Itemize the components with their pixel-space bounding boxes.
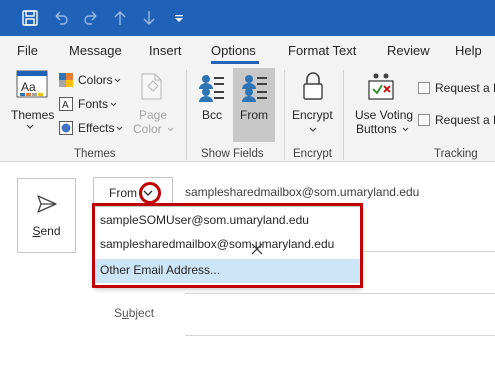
fonts-button-label[interactable]: Fonts xyxy=(78,97,108,111)
tab-options[interactable]: Options xyxy=(211,43,256,58)
encrypt-button-label[interactable]: Encrypt xyxy=(292,108,333,122)
bcc-button-label[interactable]: Bcc xyxy=(202,108,222,122)
title-bar xyxy=(0,0,495,36)
tab-file[interactable]: File xyxy=(17,43,38,58)
chevron-down-icon xyxy=(110,102,117,107)
cc-field-line xyxy=(185,293,495,294)
ribbon-separator xyxy=(284,70,285,160)
from-field-icon[interactable] xyxy=(240,72,268,102)
chevron-down-icon xyxy=(309,127,317,133)
ribbon-tabs: File Message Insert Options Format Text … xyxy=(0,36,495,64)
request-delivery-checkbox[interactable] xyxy=(418,82,430,94)
svg-text:Aa: Aa xyxy=(21,80,36,94)
send-button[interactable]: Send xyxy=(17,178,76,253)
group-label-tracking: Tracking xyxy=(434,148,478,160)
redo-icon[interactable] xyxy=(82,9,100,27)
customize-toolbar-icon[interactable] xyxy=(170,9,188,27)
from-address-value: samplesharedmailbox@som.umaryland.edu xyxy=(185,185,420,199)
highlight-circle xyxy=(139,182,161,204)
chevron-down-icon xyxy=(402,127,409,132)
group-label-encrypt: Encrypt xyxy=(293,148,332,160)
voting-buttons-label-line2[interactable]: Buttons xyxy=(356,122,397,136)
chevron-down-icon xyxy=(116,126,123,131)
request-read-checkbox[interactable] xyxy=(418,114,430,126)
bcc-icon[interactable] xyxy=(197,72,225,102)
subject-label: Subject xyxy=(114,306,155,320)
from-button-text: From xyxy=(109,186,137,200)
tab-insert[interactable]: Insert xyxy=(149,43,182,58)
group-label-themes: Themes xyxy=(74,148,116,160)
undo-icon[interactable] xyxy=(52,9,70,27)
effects-icon[interactable] xyxy=(59,121,73,135)
voting-buttons-label-line1[interactable]: Use Voting xyxy=(355,108,413,122)
tab-help[interactable]: Help xyxy=(455,43,482,58)
lock-icon[interactable] xyxy=(301,70,325,102)
page-color-label-line2: Color xyxy=(133,122,162,136)
ribbon-separator xyxy=(343,70,344,160)
page-color-label-line1: Page xyxy=(139,108,168,122)
ribbon-separator xyxy=(186,70,187,160)
colors-button-label[interactable]: Colors xyxy=(78,73,113,87)
up-arrow-icon[interactable] xyxy=(111,9,129,27)
request-read-label[interactable]: Request a R xyxy=(435,113,495,127)
group-label-show-fields: Show Fields xyxy=(201,148,264,160)
from-dropdown-button[interactable]: From xyxy=(93,177,173,206)
from-button-label[interactable]: From xyxy=(240,108,268,122)
page-color-icon xyxy=(139,72,165,102)
fonts-icon[interactable]: A xyxy=(59,97,73,111)
tab-message[interactable]: Message xyxy=(69,43,122,58)
chevron-down-icon xyxy=(167,127,174,132)
voting-buttons-icon[interactable] xyxy=(366,72,396,102)
request-delivery-label[interactable]: Request a D xyxy=(435,81,495,95)
themes-button-label[interactable]: Themes xyxy=(11,108,54,122)
svg-text:A: A xyxy=(62,100,69,111)
send-icon xyxy=(36,193,58,215)
highlight-box xyxy=(92,203,363,288)
tab-format-text[interactable]: Format Text xyxy=(288,43,356,58)
themes-icon[interactable]: Aa xyxy=(16,70,48,104)
effects-button-label[interactable]: Effects xyxy=(78,121,114,135)
colors-icon[interactable] xyxy=(59,73,73,87)
chevron-down-icon xyxy=(26,124,34,130)
tab-review[interactable]: Review xyxy=(387,43,430,58)
save-icon[interactable] xyxy=(21,9,39,27)
subject-field-line xyxy=(185,335,495,336)
down-arrow-icon[interactable] xyxy=(140,9,158,27)
send-button-label: Send xyxy=(32,224,61,238)
chevron-down-icon xyxy=(114,78,121,83)
